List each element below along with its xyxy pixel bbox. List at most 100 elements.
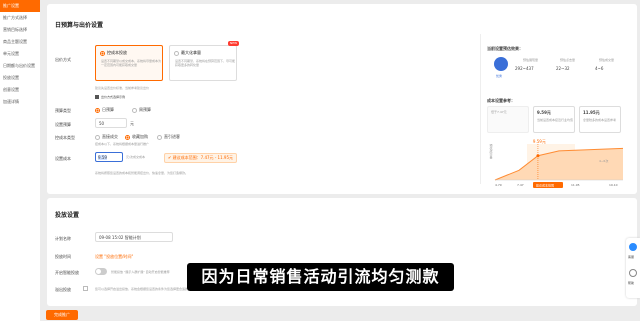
radio-icon (174, 50, 179, 56)
budget-type-label: 预算类型 (55, 108, 71, 113)
option-desc: 设置不同期望，系统将在预算范围下，尽可能获取更多的转化量 (175, 59, 236, 67)
smart-delivery-label: 开启智能投放 (55, 270, 79, 275)
video-subtitle: 因为日常销售活动引流均匀测款 (187, 263, 454, 291)
budget-bid-card: 日预算与出价设置 出价方式 控成本投放 设置不同期望以成交成本，系统将尽量成本为… (47, 4, 637, 194)
plan-name-input[interactable]: 09-08 15:02 智能计划 (95, 232, 173, 242)
chart-tick-label: 7.47 (517, 183, 524, 187)
radio-selected-icon (125, 134, 130, 140)
cost-unit: 元/次成交成本 (126, 155, 146, 159)
cost-ref-current-value: 9.59元 (537, 110, 551, 115)
suggest-range: ✔ 建议成本范围：7.47元 - 11.95元 (164, 153, 237, 163)
cost-ref-card-low: 低于7.47元 (487, 106, 529, 133)
sidebar-nav: 推广设置 推广方式选择 营销目标选择 商品主题设置 单元设置 日期额与出价设置 … (0, 0, 40, 321)
option-title: 最大化拿量 (174, 50, 201, 56)
cost-volume-chart: 9.59元 4~6次 预估成交量 4.79 7.47 11.95 19.10 建… (489, 139, 624, 188)
help-icon[interactable] (629, 269, 637, 277)
smart-delivery-desc: 智能投放 "展示人群扩展" 自动开启智能推荐 (111, 270, 170, 274)
plan-name-label: 计划名称 (55, 236, 71, 241)
service-label[interactable]: 客服 (628, 255, 634, 259)
sidebar-item-creative[interactable]: 创意设置 (0, 84, 40, 96)
chart-tick-label: 4.79 (495, 183, 502, 187)
bottom-hint: 系统将按照您设置的成本和智能调控出价，快速拿量，为您打造爆款。 (95, 171, 189, 175)
chart-tick-label: 19.10 (609, 183, 618, 187)
delivery-card-title: 投放设置 (55, 212, 80, 219)
cost-set-label: 设置成本 (55, 156, 71, 161)
stat-deal-label: 预估成交量 (599, 58, 615, 62)
rating-badge (494, 57, 508, 71)
cost-input-value: 9.59 (98, 155, 107, 160)
budget-unit: 元 (130, 121, 134, 126)
option-desc: 设置不同期望以成交成本，系统将尽量成本为一定范围内可能获取成交量 (101, 59, 162, 67)
chart-marker-label: 9.59元 (533, 139, 546, 144)
complete-promotion-button[interactable]: 完成推广 (46, 310, 78, 320)
budget-input-value: 50 (99, 121, 105, 126)
option-title: 控成本投放 (100, 50, 127, 56)
bid-example-link[interactable]: 出价方式选择示例 (95, 95, 125, 99)
chart-area (495, 148, 623, 180)
sidebar-item-promo-method[interactable]: 推广方式选择 (0, 12, 40, 24)
cost-type-visit[interactable]: 直引进客 (157, 134, 180, 140)
time-setting-link[interactable]: 设置 "投放位置/时间" (95, 254, 133, 260)
cost-type-fav[interactable]: 收藏加购 (125, 134, 148, 140)
radio-selected-icon (100, 50, 105, 56)
budget-label: 设置预算 (55, 122, 71, 127)
cost-type-label: 控成本类型 (55, 135, 75, 140)
chart-range-label: 4~6次 (599, 158, 608, 163)
rating-label: 优秀 (496, 74, 503, 78)
stat-impression-label: 预估展现量 (523, 58, 539, 62)
sidebar-item-speed[interactable]: 加速详情 (0, 96, 40, 108)
sidebar-item-unit[interactable]: 单元设置 (0, 48, 40, 60)
time-label: 投放时间 (55, 254, 71, 259)
bid-option-control-cost[interactable]: 控成本投放 设置不同期望以成交成本，系统将尽量成本为一定范围内可能获取成交量 (95, 45, 163, 81)
panel-divider (480, 34, 481, 184)
chart-tick-label: 11.95 (571, 183, 580, 187)
budget-type-weekly[interactable]: 周预算 (132, 107, 151, 113)
chart-ylabel: 预估成交量 (489, 143, 493, 160)
help-label[interactable]: 帮助 (628, 281, 634, 285)
budget-input[interactable]: 50 (95, 118, 127, 128)
sidebar-item-delivery[interactable]: 投放设置 (0, 72, 40, 84)
radio-icon (95, 134, 100, 140)
cost-ref-title: 成本设置参考： (487, 98, 515, 103)
stat-click-value: 22~32 (556, 66, 570, 71)
chart-badge-text: 建议成本范围 (536, 183, 554, 188)
radio-selected-icon (95, 107, 100, 113)
cost-input[interactable]: 9.59 (95, 152, 123, 162)
stat-impression-value: 292~437 (515, 66, 534, 71)
smart-delivery-toggle[interactable] (95, 268, 107, 275)
stat-deal-value: 4~6 (595, 66, 604, 71)
cost-ref-high-desc: 拿量较多的成本设置参考 (583, 118, 617, 122)
cost-ref-card-current: 9.59元 当前设置成本接近行业均值 (533, 106, 575, 133)
cost-ref-low-value: 低于7.47元 (491, 110, 507, 114)
doc-icon (95, 95, 99, 99)
new-badge: NEW (228, 41, 240, 46)
cost-ref-high-value: 11.95元 (583, 110, 600, 115)
sidebar-item-promo-settings[interactable]: 推广设置 (0, 0, 40, 12)
bid-hint: 建议先设置出价标准，当前参考建议出价 (95, 86, 150, 90)
radio-icon (132, 107, 137, 113)
check-icon: ✔ (168, 155, 172, 160)
budget-type-daily[interactable]: 日预算 (95, 107, 114, 113)
sidebar-item-marketing-goal[interactable]: 营销目标选择 (0, 24, 40, 36)
spread-delivery-label: 溢出投放 (55, 287, 71, 292)
checkbox-icon (83, 286, 88, 291)
chart-marker-point (536, 154, 540, 158)
cost-type-deal[interactable]: 直接成交 (95, 134, 118, 140)
budget-card-title: 日预算与出价设置 (55, 22, 104, 29)
bid-option-max-volume[interactable]: 最大化拿量 设置不同期望，系统将在预算范围下，尽可能获取更多的转化量 (169, 45, 237, 81)
floating-help-panel: 客服 帮助 (626, 238, 640, 298)
cost-type-hint: 控成本以下，系统将根据成本量进行推广 (95, 142, 150, 146)
radio-icon (157, 134, 162, 140)
estimate-title: 当前设置预估效果： (487, 46, 523, 51)
sidebar-item-budget-bid[interactable]: 日期额与出价设置 (0, 60, 40, 72)
bid-mode-label: 出价方式 (55, 57, 71, 62)
sidebar-item-product-theme[interactable]: 商品主题设置 (0, 36, 40, 48)
spread-delivery-desc: 您可以选择开启溢出投放，系统会根据您设置的条件为您选择更合适的推广 (95, 287, 195, 291)
plan-name-value: 09-08 15:02 智能计划 (99, 235, 141, 240)
cost-ref-current-desc: 当前设置成本接近行业均值 (537, 118, 574, 122)
toggle-knob (96, 269, 101, 274)
service-icon[interactable] (629, 243, 637, 251)
spread-checkbox[interactable] (83, 286, 88, 292)
cost-ref-card-high: 11.95元 拿量较多的成本设置参考 (579, 106, 621, 133)
stat-click-label: 预估点击量 (560, 58, 576, 62)
